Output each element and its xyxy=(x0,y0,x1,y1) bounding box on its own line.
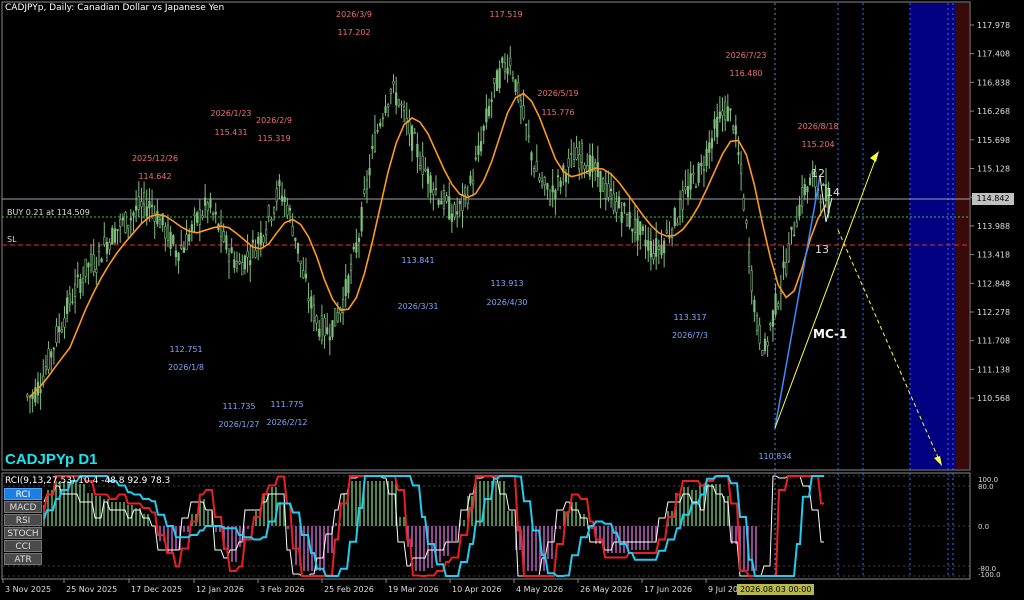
high-label-date: 2026/3/9 xyxy=(336,10,372,19)
wave-label-12: 12 xyxy=(811,167,825,180)
wave-label-mc1: MC-1 xyxy=(813,327,847,341)
time-axis-label: 26 May 2026 xyxy=(580,585,632,594)
price-axis-label: 111.708 xyxy=(977,337,1010,346)
price-axis-label: 113.418 xyxy=(977,251,1010,260)
time-axis-label: 19 Mar 2026 xyxy=(388,585,439,594)
price-axis-label: 115.128 xyxy=(977,165,1010,174)
low-label-date: 2026/4/30 xyxy=(486,298,527,307)
price-axis-label: 113.988 xyxy=(977,222,1010,231)
current-price-badge: 114.842 xyxy=(972,193,1014,205)
sl-label: SL xyxy=(7,235,17,244)
price-axis-label: 117.978 xyxy=(977,21,1010,30)
wave-label-14: 14 xyxy=(826,186,840,199)
indicator-header: RCI(9,13,27,53) 10.4 -48.8 92.9 78.3 xyxy=(5,476,171,486)
low-label-date: 2026/7/3 xyxy=(672,331,708,340)
time-axis-label: 25 Feb 2026 xyxy=(324,585,374,594)
high-label-price: 115.776 xyxy=(541,108,574,117)
price-chart[interactable]: BUY 0.21 at 114.509 SL 12 13 14 MC-1 202… xyxy=(0,0,1024,600)
high-label-price: 115.431 xyxy=(214,128,247,137)
time-axis-label: 17 Dec 2025 xyxy=(131,585,182,594)
high-label-date: 2026/8/18 xyxy=(797,122,838,131)
time-axis-label: 17 Jun 2026 xyxy=(644,585,692,594)
svg-text:-100.0: -100.0 xyxy=(978,571,1001,579)
high-label-price: 114.642 xyxy=(138,172,171,181)
time-axis-label: 25 Nov 2025 xyxy=(66,585,117,594)
svg-text:80.0: 80.0 xyxy=(978,483,994,491)
indicator-button-rci[interactable]: RCI xyxy=(4,488,42,500)
time-axis-label: 4 May 2026 xyxy=(516,585,563,594)
high-label-price: 115.204 xyxy=(801,140,834,149)
indicator-button-atr[interactable]: ATR xyxy=(4,553,42,565)
price-axis-label: 112.848 xyxy=(977,279,1010,288)
low-label-price: 112.751 xyxy=(169,345,202,354)
low-label-price: 113.317 xyxy=(673,313,706,322)
time-axis-label: 3 Nov 2025 xyxy=(5,585,51,594)
indicator-button-cci[interactable]: CCI xyxy=(4,540,42,552)
high-label-date: 2026/7/23 xyxy=(725,51,766,60)
indicator-button-stoch[interactable]: STOCH xyxy=(4,527,42,539)
symbol-watermark: CADJPYp D1 xyxy=(5,451,98,468)
low-label-date: 2026/1/27 xyxy=(218,420,259,429)
time-axis-label: 3 Feb 2026 xyxy=(260,585,305,594)
low-label-date: 2026/3/31 xyxy=(397,302,438,311)
forecast-zone-edge xyxy=(955,3,969,469)
low-label-price: 111.735 xyxy=(222,402,255,411)
cursor-date-badge: 2026.08.03 00:00 xyxy=(737,584,815,595)
price-axis-label: 111.138 xyxy=(977,365,1010,374)
buy-label: BUY 0.21 at 114.509 xyxy=(7,208,90,217)
low-label-date: 2026/2/12 xyxy=(266,418,307,427)
low-label-price: 111.775 xyxy=(270,400,303,409)
low-label-price: 113.913 xyxy=(490,279,523,288)
low-label-price: 110.834 xyxy=(758,452,791,461)
low-label-date: 2026/1/8 xyxy=(168,363,204,372)
price-axis-label: 110.568 xyxy=(977,394,1010,403)
high-label-price: 117.519 xyxy=(489,10,522,19)
price-axis-label: 116.838 xyxy=(977,78,1010,87)
time-axis-label: 10 Apr 2026 xyxy=(452,585,501,594)
price-axis-label: 116.268 xyxy=(977,107,1010,116)
price-axis-label: 117.408 xyxy=(977,50,1010,59)
svg-text:0.0: 0.0 xyxy=(978,523,989,531)
price-axis-label: 112.278 xyxy=(977,308,1010,317)
indicator-button-macd[interactable]: MACD xyxy=(4,501,42,513)
high-label-price: 117.202 xyxy=(337,28,370,37)
chart-title: CADJPYp, Daily: Canadian Dollar vs Japan… xyxy=(5,3,225,13)
wave-label-13: 13 xyxy=(815,243,829,256)
indicator-button-rsi[interactable]: RSI xyxy=(4,514,42,526)
high-label-date: 2026/2/9 xyxy=(256,116,292,125)
high-label-price: 115.319 xyxy=(257,134,290,143)
high-label-date: 2026/5/19 xyxy=(537,89,578,98)
price-axis-label: 115.698 xyxy=(977,136,1010,145)
high-label-price: 116.480 xyxy=(729,69,762,78)
high-label-date: 2025/12/26 xyxy=(132,154,178,163)
high-label-date: 2026/1/23 xyxy=(210,109,251,118)
low-label-price: 113.841 xyxy=(401,256,434,265)
time-axis-label: 12 Jan 2026 xyxy=(196,585,244,594)
